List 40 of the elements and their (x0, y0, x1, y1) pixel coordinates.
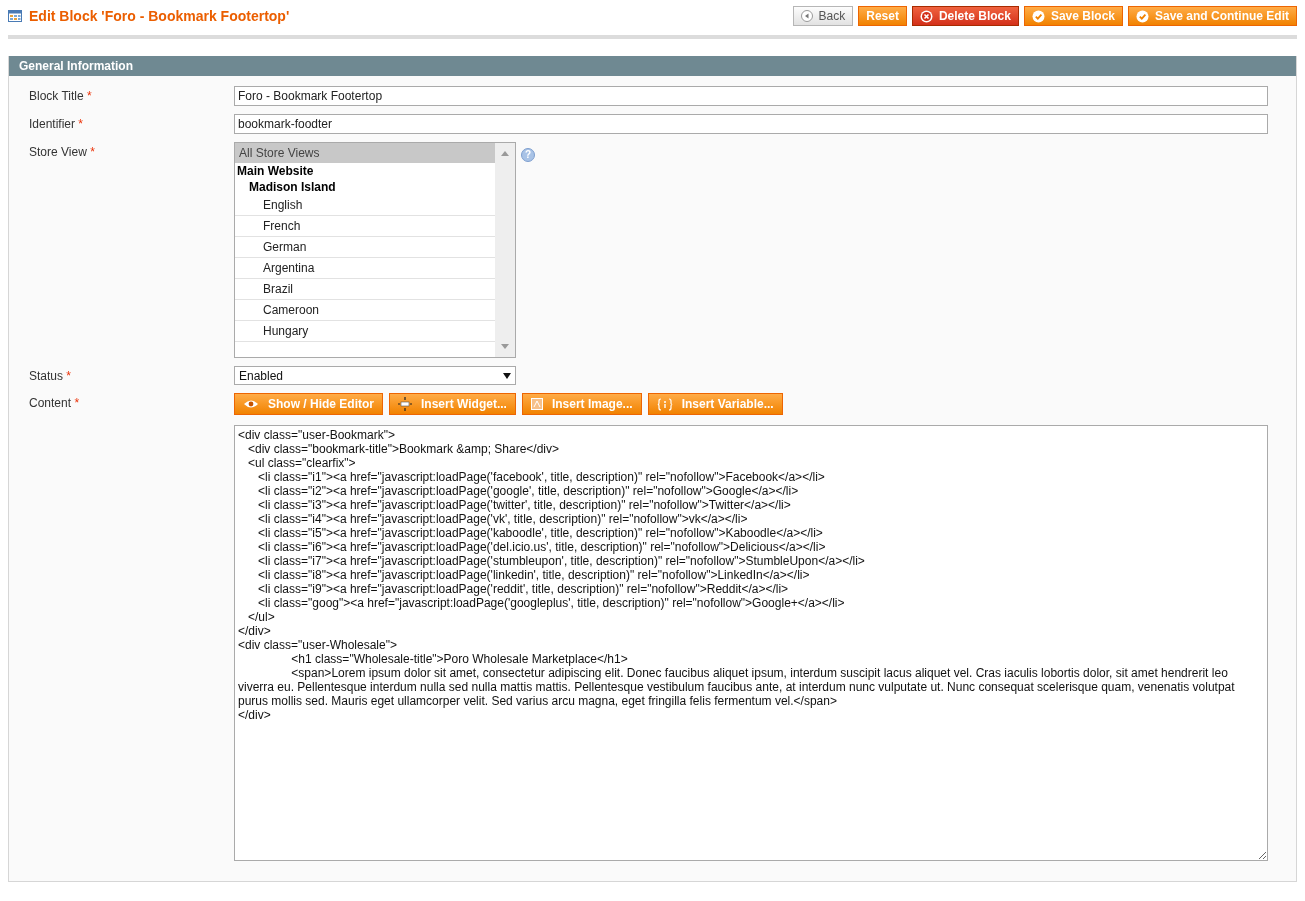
content-editor[interactable]: <div class="user-Bookmark"> <div class="bookmark-title">Bookmark &amp; Share</div> <ul class="clearfix"> <li class="i1"><a href="javascript:loadPage('facebook', title, description)" rel="nofollow">Facebook</a></li> <li class="i2"><a href="javascript:loadPage('google', title, description)" rel="nofollow">Google</a></li> <li class="i3"><a href="javascript:loadPage('twitter', title, description)" rel="nofollow">Twitter</a></li> <li class="i4"><a href="javascript:loadPage('vk', title, description)" rel="nofollow">vk</a></li> <li class="i5"><a href="javascript:loadPage('kaboodle', title, description)" rel="nofollow">Kaboodle</a></li> <li class="i6"><a href="javascript:loadPage('del.icio.us', title, description)" rel="nofollow">Delicious</a></li> <li class="i7"><a href="javascript:loadPage('stumbleupon', title, description)" rel="nofollow">StumbleUpon</a></li> <li class="i8"><a href="javascript:loadPage('linkedin', title, description)" rel="nofollow">LinkedIn</a></li> <li class="i9"><a href="javascript:loadPage('reddit', title, description)" rel="nofollow">Reddit</a></li> <li class="goog"><a href="javascript:loadPage('googleplus', title, description)" rel="nofollow">Google+</a></li> </ul> </div> <div class="user-Wholesale"> <h1 class="Wholesale-title">Poro Wholesale Marketplace</h1> <span>Lorem ipsum dolor sit amet, consectetur adipiscing elit. Donec faucibus aliquet ipsum, interdum suscipit lacus aliquet vel. Cras iaculis lobortis dolor, sit amet hendrerit leo viverra eu. Pellentesque interdum nulla sed nulla mattis mattis. Pellentesque vestibulum faucibus ante, at interdum nunc vulputate ut. Nunc consequat scelerisque quam, venenatis volutpat purus mollis sed. Mauris eget ullamcorper velit. Sed varius arcu magna, eget fringilla felis fermentum vel.</span> </div> (234, 425, 1268, 861)
required-mark: * (66, 369, 72, 383)
action-button[interactable]: Delete Block (911, 6, 1019, 26)
list-option[interactable]: English (235, 195, 495, 216)
field-label: Status * (29, 368, 73, 383)
option-group: Main Website (235, 163, 495, 179)
store-view-list[interactable]: All Store Views Main Website Madison Island English French German Argentina Brazil Cameroon Hungary (234, 142, 516, 358)
scroll-down-icon (501, 344, 509, 349)
list-option[interactable]: German (235, 237, 495, 258)
required-mark: * (74, 396, 80, 410)
text-field[interactable]: Foro - Bookmark Footertop (234, 86, 1268, 106)
grid-icon (8, 10, 22, 22)
field-label: Store View * (29, 144, 96, 159)
field-label: Content * (29, 395, 81, 410)
field-label: Block Title * (29, 88, 93, 103)
required-mark: * (87, 89, 92, 103)
checkmark-icon (1136, 9, 1149, 23)
dropdown-arrow-icon (503, 372, 511, 379)
action-button[interactable]: Back (792, 6, 854, 26)
list-option[interactable]: Argentina (235, 258, 495, 279)
close-icon (919, 9, 933, 23)
list-option[interactable]: Cameroon (235, 300, 495, 321)
text-field[interactable]: bookmark-foodter (234, 114, 1268, 134)
crosshair-icon (398, 397, 412, 411)
option-group: Madison Island (235, 179, 495, 195)
required-mark: * (78, 117, 84, 131)
scroll-up-icon (501, 151, 509, 156)
list-option[interactable]: Brazil (235, 279, 495, 300)
checkmark-icon (1031, 9, 1045, 23)
page-title: Edit Block 'Foro - Bookmark Footertop' (29, 8, 291, 24)
section-header: General Information (9, 56, 1296, 76)
list-option[interactable]: Hungary (235, 321, 495, 342)
required-mark: * (90, 145, 95, 159)
field-label: Identifier * (29, 116, 85, 131)
braces-icon (656, 397, 673, 411)
image-icon (530, 398, 543, 410)
status-dropdown[interactable]: Enabled (234, 366, 516, 385)
list-option[interactable]: French (235, 216, 495, 237)
eye-icon (243, 399, 259, 409)
list-option[interactable]: All Store Views (235, 143, 495, 163)
